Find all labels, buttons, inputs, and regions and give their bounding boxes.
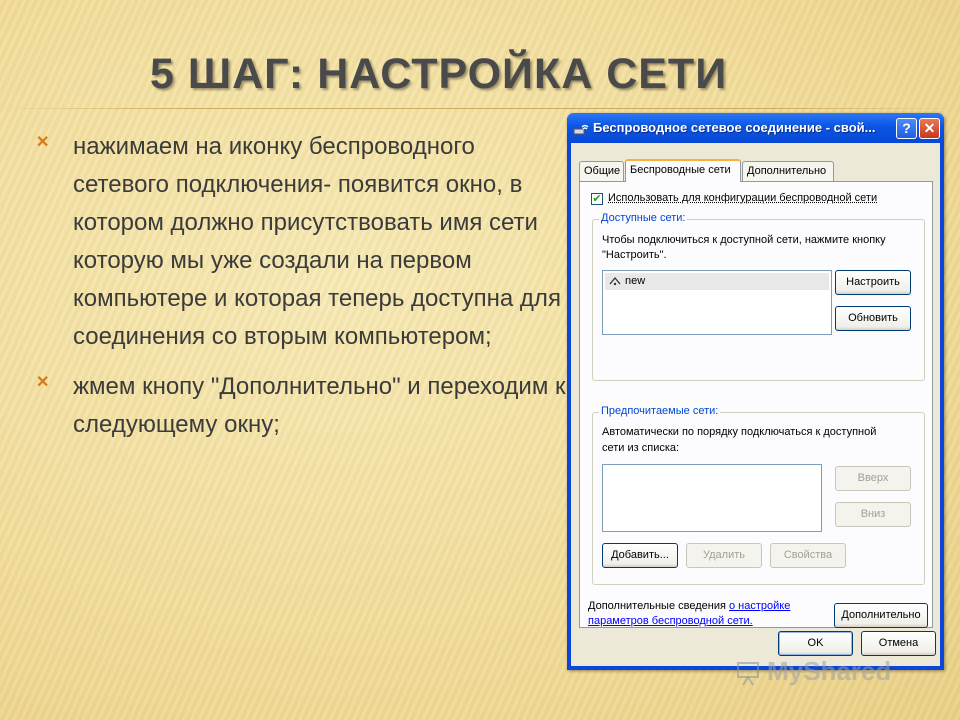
move-up-button[interactable]: Вверх xyxy=(835,466,911,491)
move-down-button[interactable]: Вниз xyxy=(835,502,911,527)
help-button[interactable]: ? xyxy=(896,118,917,139)
ok-button[interactable]: OK xyxy=(778,631,853,656)
bullet-item: ✕ жмем кнопу "Дополнительно" и переходим… xyxy=(36,368,566,444)
preferred-networks-group: Предпочитаемые сети: Автоматически по по… xyxy=(592,405,925,585)
bullet-text: жмем кнопу "Дополнительно" и переходим к… xyxy=(73,373,566,438)
asterisk-bullet-icon: ✕ xyxy=(36,134,50,151)
cancel-button[interactable]: Отмена xyxy=(861,631,936,656)
wireless-networks-panel: ✔ Использовать для конфигурации беспрово… xyxy=(579,181,933,628)
tab-advanced[interactable]: Дополнительно xyxy=(742,161,834,181)
advanced-button[interactable]: Дополнительно xyxy=(834,603,928,628)
refresh-button[interactable]: Обновить xyxy=(835,306,911,331)
help-link-part1[interactable]: о настройке xyxy=(729,600,790,612)
wireless-network-icon xyxy=(573,124,589,135)
preferred-description-line2: сети из списка: xyxy=(602,442,680,454)
preferred-networks-list[interactable] xyxy=(602,464,822,532)
available-description-line2: "Настроить". xyxy=(602,249,667,261)
help-link-part2[interactable]: параметров беспроводной сети. xyxy=(588,615,753,627)
use-windows-config-label: Использовать для конфигурации беспроводн… xyxy=(608,192,878,204)
network-name: new xyxy=(625,275,646,287)
dialog-title: Беспроводное сетевое соединение - свой..… xyxy=(593,120,876,135)
bullet-item: ✕ нажимаем на иконку беспроводного сетев… xyxy=(36,128,566,356)
properties-button[interactable]: Свойства xyxy=(770,543,846,568)
dialog-body: Общие Беспроводные сети Дополнительно ✔ … xyxy=(571,143,940,666)
tab-general[interactable]: Общие xyxy=(579,161,624,181)
use-windows-config-checkbox[interactable]: ✔ xyxy=(591,193,603,205)
info-text-prefix: Дополнительные сведения xyxy=(588,600,729,612)
slide-title: 5 ШАГ: НАСТРОЙКА СЕТИ xyxy=(150,50,728,98)
tab-wireless-networks[interactable]: Беспроводные сети xyxy=(625,159,741,182)
close-button[interactable]: ✕ xyxy=(919,118,940,139)
configure-button[interactable]: Настроить xyxy=(835,270,911,295)
preferred-networks-label: Предпочитаемые сети: xyxy=(599,405,721,417)
wireless-properties-dialog: Беспроводное сетевое соединение - свой..… xyxy=(567,113,944,670)
preferred-description-line1: Автоматически по порядку подключаться к … xyxy=(602,426,877,438)
info-text: Дополнительные сведения о настройке пара… xyxy=(588,599,790,629)
remove-button[interactable]: Удалить xyxy=(686,543,762,568)
asterisk-bullet-icon: ✕ xyxy=(36,374,50,391)
available-description-line1: Чтобы подключиться к доступной сети, наж… xyxy=(602,234,886,246)
available-networks-label: Доступные сети: xyxy=(599,212,688,224)
presentation-board-icon xyxy=(737,662,759,686)
dialog-titlebar[interactable]: Беспроводное сетевое соединение - свой..… xyxy=(567,113,944,143)
watermark: MyShared xyxy=(767,656,892,686)
add-button[interactable]: Добавить... xyxy=(602,543,678,568)
bullet-list: ✕ нажимаем на иконку беспроводного сетев… xyxy=(36,128,566,456)
wireless-signal-icon xyxy=(609,276,621,286)
list-item[interactable]: new xyxy=(605,273,829,290)
bullet-text: нажимаем на иконку беспроводного сетевог… xyxy=(73,133,561,350)
title-divider xyxy=(0,108,960,109)
available-networks-list[interactable]: new xyxy=(602,270,832,335)
available-networks-group: Доступные сети: Чтобы подключиться к дос… xyxy=(592,212,925,381)
